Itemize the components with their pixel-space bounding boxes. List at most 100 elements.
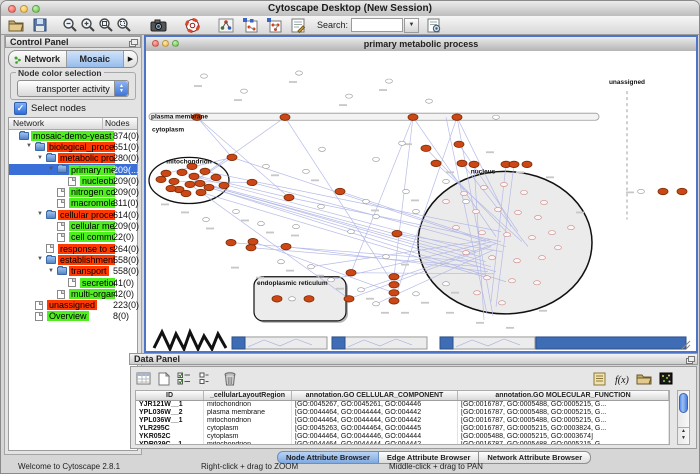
network-node[interactable]: [272, 296, 282, 302]
layout-network-alt-icon[interactable]: [265, 17, 283, 33]
network-node[interactable]: [389, 290, 399, 296]
tree-item-primary-metabo[interactable]: ▼primary metabo209(...: [9, 164, 137, 175]
network-node[interactable]: [196, 189, 206, 195]
function-builder-icon[interactable]: f(x): [613, 371, 630, 387]
network-node[interactable]: [177, 169, 187, 175]
help-ring-icon[interactable]: [183, 17, 201, 33]
select-attributes-icon[interactable]: [175, 371, 192, 387]
node-color-dropdown[interactable]: transporter activity ▲▼: [17, 80, 129, 97]
network-node[interactable]: [522, 161, 532, 167]
tree-item-secretion[interactable]: secretion41(0): [9, 277, 137, 288]
table-row[interactable]: YDR039C__1mitochondrion[GO:0044464, GO:0…: [136, 441, 669, 445]
network-node[interactable]: [227, 154, 237, 160]
select-all-icon[interactable]: [135, 371, 152, 387]
float-panel-icon[interactable]: [129, 39, 137, 46]
network-node[interactable]: [421, 145, 431, 151]
tree-item-unassigned[interactable]: unassigned223(0): [9, 299, 137, 310]
expand-arrow-icon[interactable]: ▼: [48, 268, 54, 274]
tree-item-macromolecule[interactable]: macromolecule311(0): [9, 198, 137, 209]
network-node[interactable]: [392, 230, 402, 236]
tree-item-establishment-of-lo[interactable]: ▼establishment of lo558(0): [9, 254, 137, 265]
table-row[interactable]: YPL036W__2plasma membrane[GO:0044464, GO…: [136, 409, 669, 417]
tree-item-mosaic-demo-yeast[interactable]: mosaic-demo-yeast874(0): [9, 130, 137, 141]
network-node[interactable]: [431, 160, 441, 166]
network-node[interactable]: [185, 181, 195, 187]
network-node[interactable]: [219, 182, 229, 188]
network-node[interactable]: [658, 188, 668, 194]
table-row[interactable]: YPL036W__1mitochondrion[GO:0044464, GO:0…: [136, 417, 669, 425]
tree-column-nodes[interactable]: Nodes: [103, 118, 137, 129]
network-node[interactable]: [469, 161, 479, 167]
more-tabs-arrow-icon[interactable]: ▶: [124, 51, 137, 67]
tree-item-response-to-stimulu[interactable]: response to stimulu264(0): [9, 243, 137, 254]
zoom-selected-icon[interactable]: [115, 17, 133, 33]
network-node[interactable]: [166, 185, 176, 191]
network-node[interactable]: [161, 170, 171, 176]
network-node[interactable]: [248, 238, 258, 244]
tree-item-transport[interactable]: ▼transport558(0): [9, 266, 137, 277]
column-header[interactable]: annotation.GO CELLULAR_COMPONENT: [292, 391, 458, 400]
network-canvas[interactable]: plasma membranecytoplasmmitochondrionnuc…: [146, 51, 696, 351]
network-node[interactable]: [389, 274, 399, 280]
tree-item-metabolic-process[interactable]: ▼metabolic process280(0): [9, 153, 137, 164]
column-header[interactable]: _cellularLayoutRegion: [204, 391, 292, 400]
scrollbar-thumb[interactable]: [679, 393, 688, 413]
network-node[interactable]: [247, 179, 257, 185]
layout-network-icon[interactable]: [241, 17, 259, 33]
scrollbar-arrows-icon[interactable]: ▲▼: [678, 427, 689, 444]
table-row[interactable]: YLR295Ccytoplasm[GO:0045263, GO:0044464,…: [136, 425, 669, 433]
tree-item-cellular-metabol[interactable]: cellular metabol209(0): [9, 220, 137, 231]
table-row[interactable]: YKR052Ccytoplasm[GO:0044464, GO:0044446,…: [136, 433, 669, 441]
zoom-out-icon[interactable]: [61, 17, 79, 33]
network-node[interactable]: [246, 244, 256, 250]
tree-item-overview[interactable]: Overview8(0): [9, 311, 137, 322]
table-scrollbar[interactable]: ▲▼: [677, 390, 690, 445]
network-node[interactable]: [452, 114, 462, 120]
delete-attribute-icon[interactable]: [221, 371, 238, 387]
open-session-icon[interactable]: [7, 17, 25, 33]
tree-item-multi-organism-pro[interactable]: multi-organism pro42(0): [9, 288, 137, 299]
tab-mosaic[interactable]: Mosaic: [67, 51, 125, 67]
vizmapper-icon[interactable]: [217, 17, 235, 33]
import-attributes-icon[interactable]: [635, 371, 652, 387]
network-node[interactable]: [284, 194, 294, 200]
tab-network[interactable]: Network: [9, 51, 67, 67]
network-node[interactable]: [304, 296, 314, 302]
select-nodes-checkbox[interactable]: ✓: [14, 102, 27, 115]
network-node[interactable]: [281, 243, 291, 249]
new-attribute-icon[interactable]: [155, 371, 172, 387]
column-header[interactable]: ID: [136, 391, 204, 400]
save-session-icon[interactable]: [31, 17, 49, 33]
network-node[interactable]: [169, 178, 179, 184]
network-node[interactable]: [195, 180, 205, 186]
network-node[interactable]: [156, 176, 166, 182]
expand-arrow-icon[interactable]: ▼: [26, 143, 32, 149]
network-node[interactable]: [204, 184, 214, 190]
search-options-icon[interactable]: [425, 17, 443, 33]
tree-item-nucleobase-[interactable]: nucleobase-209(0): [9, 175, 137, 186]
network-node[interactable]: [335, 188, 345, 194]
network-node[interactable]: [389, 282, 399, 288]
tree-item-biological-process[interactable]: ▼biological_process651(0): [9, 141, 137, 152]
tree-item-nitrogen-compo[interactable]: nitrogen compo209(0): [9, 186, 137, 197]
expand-arrow-icon[interactable]: ▼: [37, 211, 43, 217]
column-header[interactable]: annotation.GO MOLECULAR_FUNCTION: [458, 391, 669, 400]
network-window-titlebar[interactable]: primary metabolic process: [146, 37, 696, 52]
snapshot-icon[interactable]: [149, 17, 167, 33]
tree-item-cellular-process[interactable]: ▼cellular process614(0): [9, 209, 137, 220]
annotation-icon[interactable]: [289, 17, 307, 33]
search-input[interactable]: [351, 18, 403, 32]
network-node[interactable]: [181, 190, 191, 196]
network-node[interactable]: [226, 239, 236, 245]
network-node[interactable]: [509, 161, 519, 167]
network-node[interactable]: [189, 173, 199, 179]
network-node[interactable]: [200, 168, 210, 174]
notepad-icon[interactable]: [591, 371, 608, 387]
zoom-in-icon[interactable]: [79, 17, 97, 33]
tree-column-network[interactable]: Network: [9, 118, 103, 129]
float-data-panel-icon[interactable]: [686, 356, 694, 363]
network-graph[interactable]: plasma membranecytoplasmmitochondrionnuc…: [146, 51, 696, 351]
network-node[interactable]: [677, 188, 687, 194]
network-node[interactable]: [389, 298, 399, 304]
network-node[interactable]: [408, 114, 418, 120]
